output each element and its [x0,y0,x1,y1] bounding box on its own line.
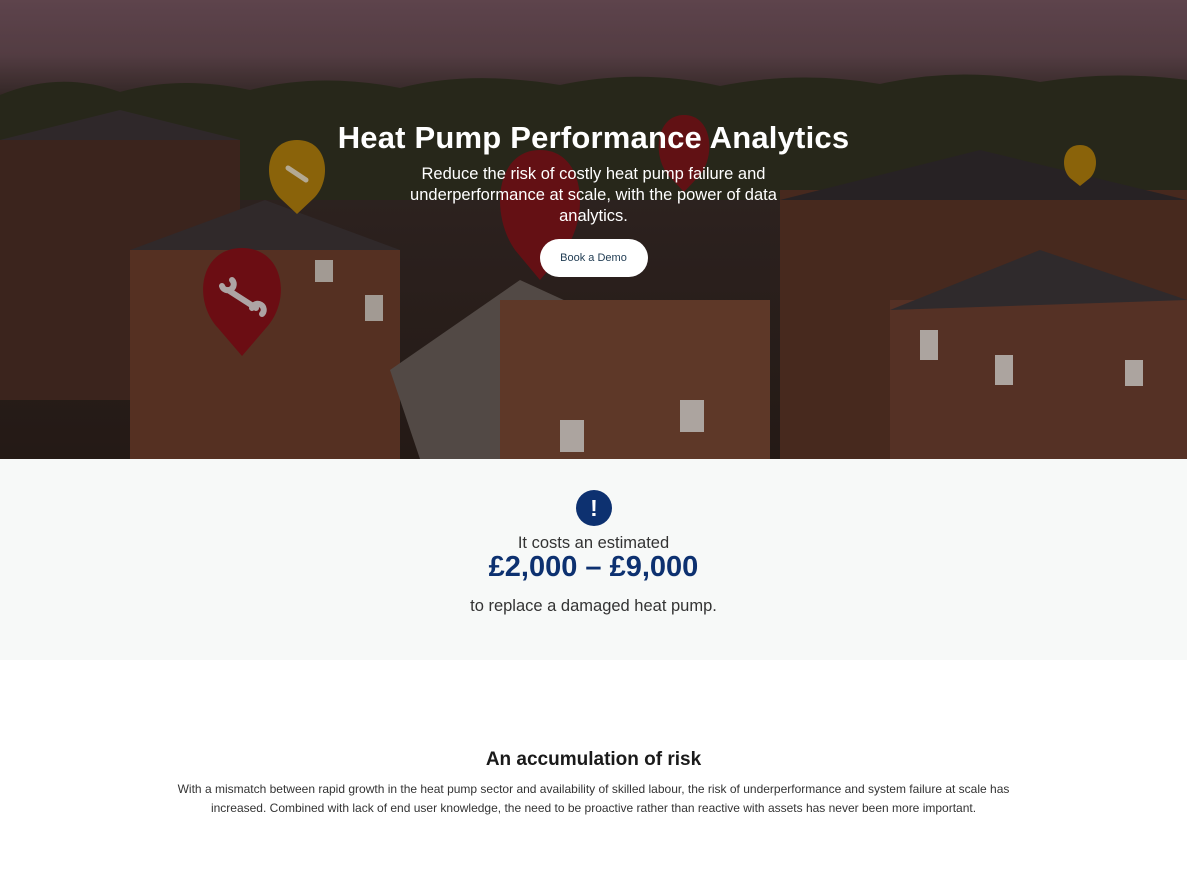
risk-body: With a mismatch between rapid growth in … [177,782,1010,815]
cost-range: £2,000 – £9,000 [488,551,699,583]
risk-heading: An accumulation of risk [485,749,702,770]
book-demo-button[interactable]: Book a Demo [539,239,648,277]
hero-section: Heat Pump Performance Analytics Reduce t… [0,0,1187,459]
exclamation-icon: ! [576,490,612,526]
page-title: Heat Pump Performance Analytics [337,120,850,155]
hero-subtitle: Reduce the risk of costly heat pump fail… [410,165,777,225]
risk-section: An accumulation of risk With a mismatch … [0,660,1187,883]
cost-outro-text: to replace a damaged heat pump. [470,597,717,615]
hero-content: Heat Pump Performance Analytics Reduce t… [0,118,1187,277]
cost-section: ! It costs an estimated £2,000 – £9,000 … [0,459,1187,660]
